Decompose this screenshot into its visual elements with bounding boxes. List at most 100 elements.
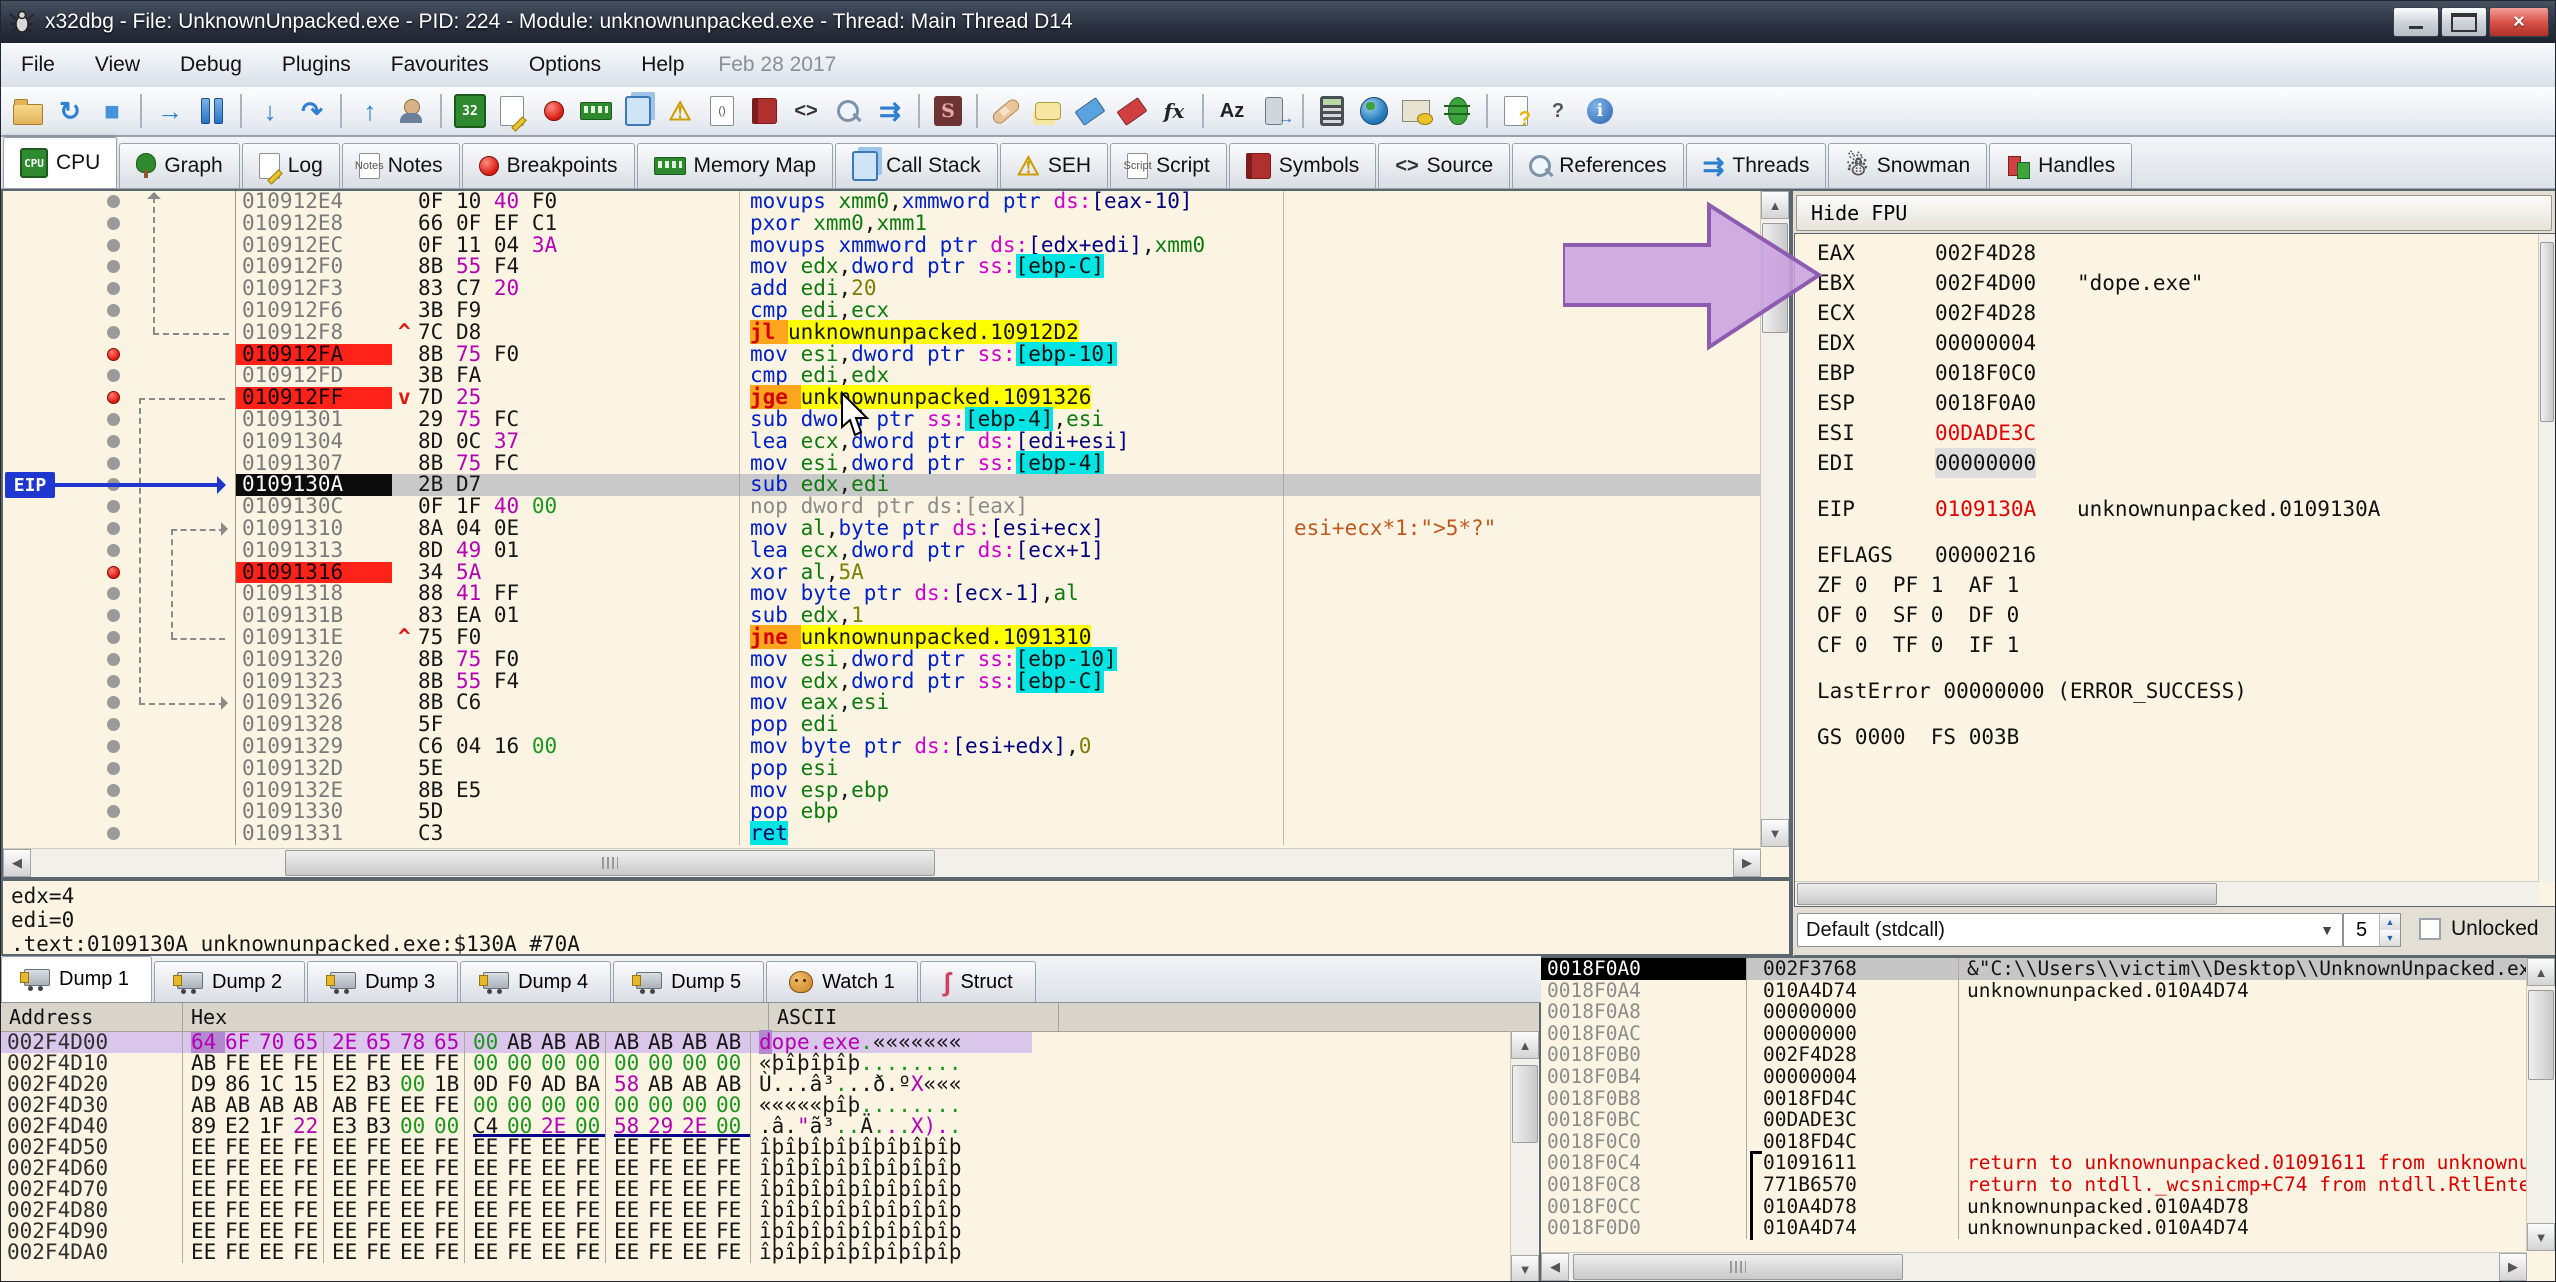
disasm-row[interactable]: 0109132E8B E5mov esp,ebp [3,780,1761,802]
step-into-icon[interactable]: ↓ [250,91,290,131]
source-icon[interactable]: <> [786,91,826,131]
disasm-row[interactable]: 010913305Dpop ebp [3,801,1761,823]
dump-ascii[interactable]: .â."ã³..Ä...X).. [750,1116,1032,1137]
close-button[interactable]: × [2489,7,2549,37]
about-icon[interactable]: i [1580,91,1620,131]
dump-row[interactable]: 002F4DA0EEFEEEFEEEFEEEFEEEFEEEFEEEFEEEFE… [1,1242,1539,1263]
disasm-row[interactable]: 0109130A2B D7sub edx,edi [3,474,1761,496]
menu-file[interactable]: File [1,43,75,87]
dump-row[interactable]: 002F4D50EEFEEEFEEEFEEEFEEEFEEEFEEEFEEEFE… [1,1137,1539,1158]
dump-tab-dump-5[interactable]: Dump 5 [613,961,764,1002]
disasm-instruction[interactable]: mov esi,dword ptr ss:[ebp-10] [740,649,1284,671]
disasm-row[interactable]: 010912EC0F 11 04 3Amovups xmmword ptr ds… [3,235,1761,257]
menu-view[interactable]: View [75,43,160,87]
register-row[interactable]: EIP0109130Aunknownunpacked.0109130A [1795,494,2539,524]
disasm-address[interactable]: 0109130C [236,496,392,518]
disasm-instruction[interactable]: mov al,byte ptr ds:[esi+ecx] [740,518,1284,540]
restore-button[interactable] [2441,7,2487,37]
instruction-dot[interactable] [107,675,120,688]
instruction-dot[interactable] [107,522,120,535]
disasm-address[interactable]: 010912E8 [236,213,392,235]
dump-ascii[interactable]: îþîþîþîþîþîþîþîþ [750,1221,1032,1242]
stack-address[interactable]: 0018F0A8 [1541,1001,1747,1023]
cpu-window-icon[interactable]: 32 [450,91,490,131]
memory-map-icon[interactable] [576,91,616,131]
calling-convention-select[interactable]: Default (stdcall)▼ [1797,913,2343,947]
disasm-bytes[interactable]: v7D 25 [392,387,740,409]
disasm-row[interactable]: 010913208B 75 F0mov esi,dword ptr ss:[eb… [3,649,1761,671]
symbols-icon[interactable] [744,91,784,131]
disasm-bytes[interactable]: 2B D7 [392,474,740,496]
instruction-dot[interactable] [107,827,120,840]
disasm-row[interactable]: 010912E40F 10 40 F0movups xmm0,xmmword p… [3,191,1761,213]
disasm-instruction[interactable]: mov esi,dword ptr ss:[ebp-4] [740,453,1284,475]
stack-row[interactable]: 0018F0A4010A4D74unknownunpacked.010A4D74 [1541,980,2555,1002]
instruction-dot[interactable] [107,500,120,513]
argument-count-spinner[interactable]: 5 ▲▼ [2343,913,2401,947]
disasm-bytes[interactable]: C3 [392,823,740,845]
disasm-bytes[interactable]: 0F 11 04 3A [392,235,740,257]
instruction-dot[interactable] [107,260,120,273]
disasm-address[interactable]: 010912FA [236,344,392,366]
disasm-instruction[interactable]: sub edx,edi [740,474,1284,496]
dump-tab-struct[interactable]: ʃStruct [920,961,1036,1002]
disasm-row[interactable]: 010913108A 04 0Emov al,byte ptr ds:[esi+… [3,518,1761,540]
dump-ascii[interactable]: îþîþîþîþîþîþîþîþ [750,1179,1032,1200]
disasm-instruction[interactable]: add edi,20 [740,278,1284,300]
dump-ascii[interactable]: îþîþîþîþîþîþîþîþ [750,1200,1032,1221]
instruction-dot[interactable] [107,653,120,666]
run-icon[interactable]: → [150,91,190,131]
disasm-address[interactable]: 0109132D [236,758,392,780]
register-row[interactable]: EBX002F4D00"dope.exe" [1795,268,2539,298]
disasm-address[interactable]: 01091304 [236,431,392,453]
stack-value[interactable]: 771B6570 [1747,1174,1959,1196]
disasm-row[interactable]: 010913238B 55 F4mov edx,dword ptr ss:[eb… [3,671,1761,693]
dump-ascii[interactable]: «««««þîþ........ [750,1095,1032,1116]
disasm-row[interactable]: 0109131634 5Axor al,5A [3,562,1761,584]
stack-value[interactable]: 002F3768 [1747,958,1959,980]
disasm-bytes[interactable]: 8B 55 F4 [392,256,740,278]
disasm-instruction[interactable]: nop dword ptr ds:[eax] [740,496,1284,518]
disasm-address[interactable]: 010912EC [236,235,392,257]
instruction-dot[interactable] [107,195,120,208]
disasm-instruction[interactable]: mov esp,ebp [740,780,1284,802]
disasm-row[interactable]: 010912FA8B 75 F0mov esi,dword ptr ss:[eb… [3,344,1761,366]
disasm-bytes[interactable]: 8B 75 F0 [392,649,740,671]
disasm-address[interactable]: 0109131B [236,605,392,627]
disasm-bytes[interactable]: 0F 1F 40 00 [392,496,740,518]
instruction-dot[interactable] [107,239,120,252]
tab-handles[interactable]: Handles [1989,143,2132,188]
stack-row[interactable]: 0018F0AC00000000 [1541,1023,2555,1045]
dump-address[interactable]: 002F4D00 [1,1032,183,1053]
register-row[interactable]: ESP0018F0A0 [1795,388,2539,418]
instruction-dot[interactable] [107,304,120,317]
disasm-instruction[interactable]: mov byte ptr ds:[esi+edx],0 [740,736,1284,758]
breakpoint-dot[interactable] [107,566,120,579]
disasm-bytes[interactable]: 8D 0C 37 [392,431,740,453]
register-row[interactable]: EFLAGS00000216 [1795,540,2539,570]
disasm-address[interactable]: 010912E4 [236,191,392,213]
disasm-bytes[interactable]: 8B 75 F0 [392,344,740,366]
stack-row[interactable]: 0018F0A0002F3768&"C:\\Users\\victim\\Des… [1541,958,2555,980]
instruction-dot[interactable] [107,544,120,557]
title-bar[interactable]: x32dbg - File: UnknownUnpacked.exe - PID… [1,1,2555,43]
instruction-dot[interactable] [107,326,120,339]
disasm-row[interactable]: 010912F8^7C D8jl unknownunpacked.10912D2 [3,322,1761,344]
hide-fpu-button[interactable]: Hide FPU [1796,195,2552,231]
instruction-dot[interactable] [107,217,120,230]
stack-row[interactable]: 0018F0BC00DADE3C [1541,1109,2555,1131]
disasm-instruction[interactable]: cmp edi,edx [740,365,1284,387]
disasm-bytes[interactable]: 34 5A [392,562,740,584]
stack-address[interactable]: 0018F0BC [1541,1109,1747,1131]
disasm-instruction[interactable]: ret [740,823,1284,845]
stack-row[interactable]: 0018F0C401091611return to unknownunpacke… [1541,1152,2555,1174]
disasm-instruction[interactable]: lea ecx,dword ptr ds:[ecx+1] [740,540,1284,562]
tab-notes[interactable]: NotesNotes [342,143,460,188]
disasm-row[interactable]: 010913285Fpop edi [3,714,1761,736]
dump-ascii[interactable]: «þîþîþîþ........ [750,1053,1032,1074]
disasm-bytes[interactable]: 5D [392,801,740,823]
disasm-bytes[interactable]: 8B C6 [392,692,740,714]
help-icon[interactable] [1496,91,1536,131]
seh-chain-icon[interactable]: ⚠ [660,91,700,131]
bookmark-icon[interactable] [1112,91,1152,131]
